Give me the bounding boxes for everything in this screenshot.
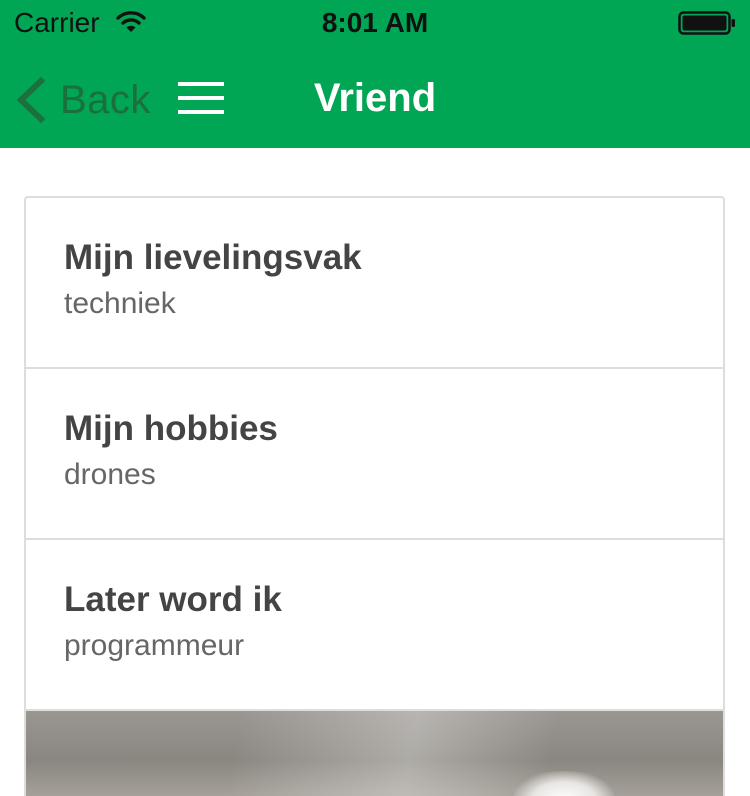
status-time: 8:01 AM xyxy=(321,7,429,38)
list-item-favorite-subject: Mijn lievelingsvak techniek xyxy=(26,198,723,369)
list-item-future-job: Later word ik programmeur xyxy=(26,540,723,711)
page-title: Vriend xyxy=(313,76,437,120)
item-value: programmeur xyxy=(64,629,245,662)
status-bar: Carrier 8:01 AM xyxy=(0,0,750,48)
item-title: Mijn lievelingsvak xyxy=(64,238,362,277)
nav-bar: Back Vriend xyxy=(0,48,750,148)
list-item-hobbies: Mijn hobbies drones xyxy=(26,369,723,540)
battery-icon xyxy=(678,11,735,35)
profile-card: Mijn lievelingsvak techniek Mijn hobbies… xyxy=(24,196,725,796)
profile-photo xyxy=(26,711,723,796)
item-value: techniek xyxy=(64,287,176,320)
item-title: Later word ik xyxy=(64,580,282,619)
photo-light xyxy=(514,771,614,796)
item-title: Mijn hobbies xyxy=(64,409,278,448)
item-value: drones xyxy=(64,458,156,491)
header: Carrier 8:01 AM Back Vriend xyxy=(0,0,750,148)
photo-ceiling xyxy=(26,711,723,796)
